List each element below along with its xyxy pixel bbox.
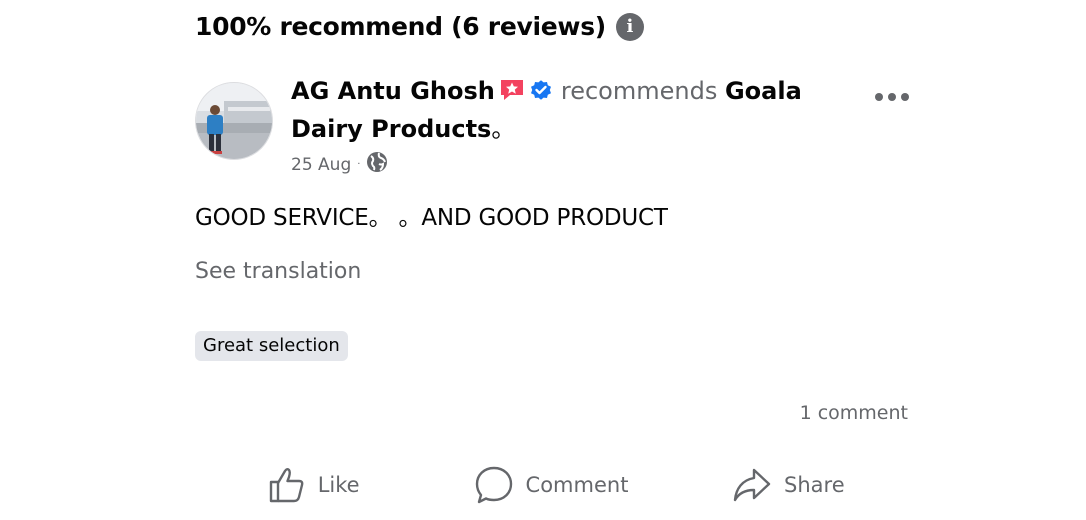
avatar-photo bbox=[196, 83, 272, 159]
review-text: GOOD SERVICE。 。AND GOOD PRODUCT bbox=[195, 205, 668, 231]
more-dot bbox=[875, 93, 883, 101]
globe-icon bbox=[366, 151, 388, 178]
comment-count[interactable]: 1 comment bbox=[800, 402, 908, 424]
top-fan-star-badge-icon bbox=[499, 77, 525, 112]
post-header: AG Antu Ghosh recommends Goala Dairy Prod… bbox=[291, 74, 831, 147]
author-name[interactable]: AG Antu Ghosh bbox=[291, 77, 495, 105]
review-card: 100% recommend (6 reviews) i AG Antu Gho… bbox=[0, 0, 1086, 520]
page-name-period: 。 bbox=[491, 115, 516, 143]
verified-badge-icon bbox=[529, 77, 553, 112]
more-dot bbox=[901, 93, 909, 101]
comment-bubble-icon bbox=[474, 465, 514, 505]
info-icon[interactable]: i bbox=[615, 12, 644, 41]
share-button[interactable]: Share bbox=[670, 458, 907, 512]
like-label: Like bbox=[317, 473, 360, 497]
recommendation-summary-text: 100% recommend (6 reviews) bbox=[195, 12, 606, 41]
post-date[interactable]: 25 Aug bbox=[291, 155, 351, 175]
more-options-button[interactable] bbox=[868, 84, 916, 110]
thumbs-up-icon bbox=[268, 466, 306, 504]
meta-separator: · bbox=[357, 159, 361, 170]
more-dot bbox=[888, 93, 896, 101]
post-meta: 25 Aug · bbox=[291, 151, 388, 178]
share-label: Share bbox=[784, 473, 845, 497]
like-button[interactable]: Like bbox=[195, 458, 432, 512]
avatar[interactable] bbox=[195, 82, 273, 160]
see-translation-link[interactable]: See translation bbox=[195, 259, 361, 284]
review-tag[interactable]: Great selection bbox=[195, 331, 348, 361]
action-bar: Like Comment Share bbox=[195, 458, 907, 512]
share-arrow-icon bbox=[732, 466, 772, 504]
recommends-text: recommends bbox=[560, 77, 718, 105]
comment-button[interactable]: Comment bbox=[432, 458, 669, 512]
recommendation-summary: 100% recommend (6 reviews) i bbox=[195, 12, 644, 41]
comment-label: Comment bbox=[525, 473, 629, 497]
